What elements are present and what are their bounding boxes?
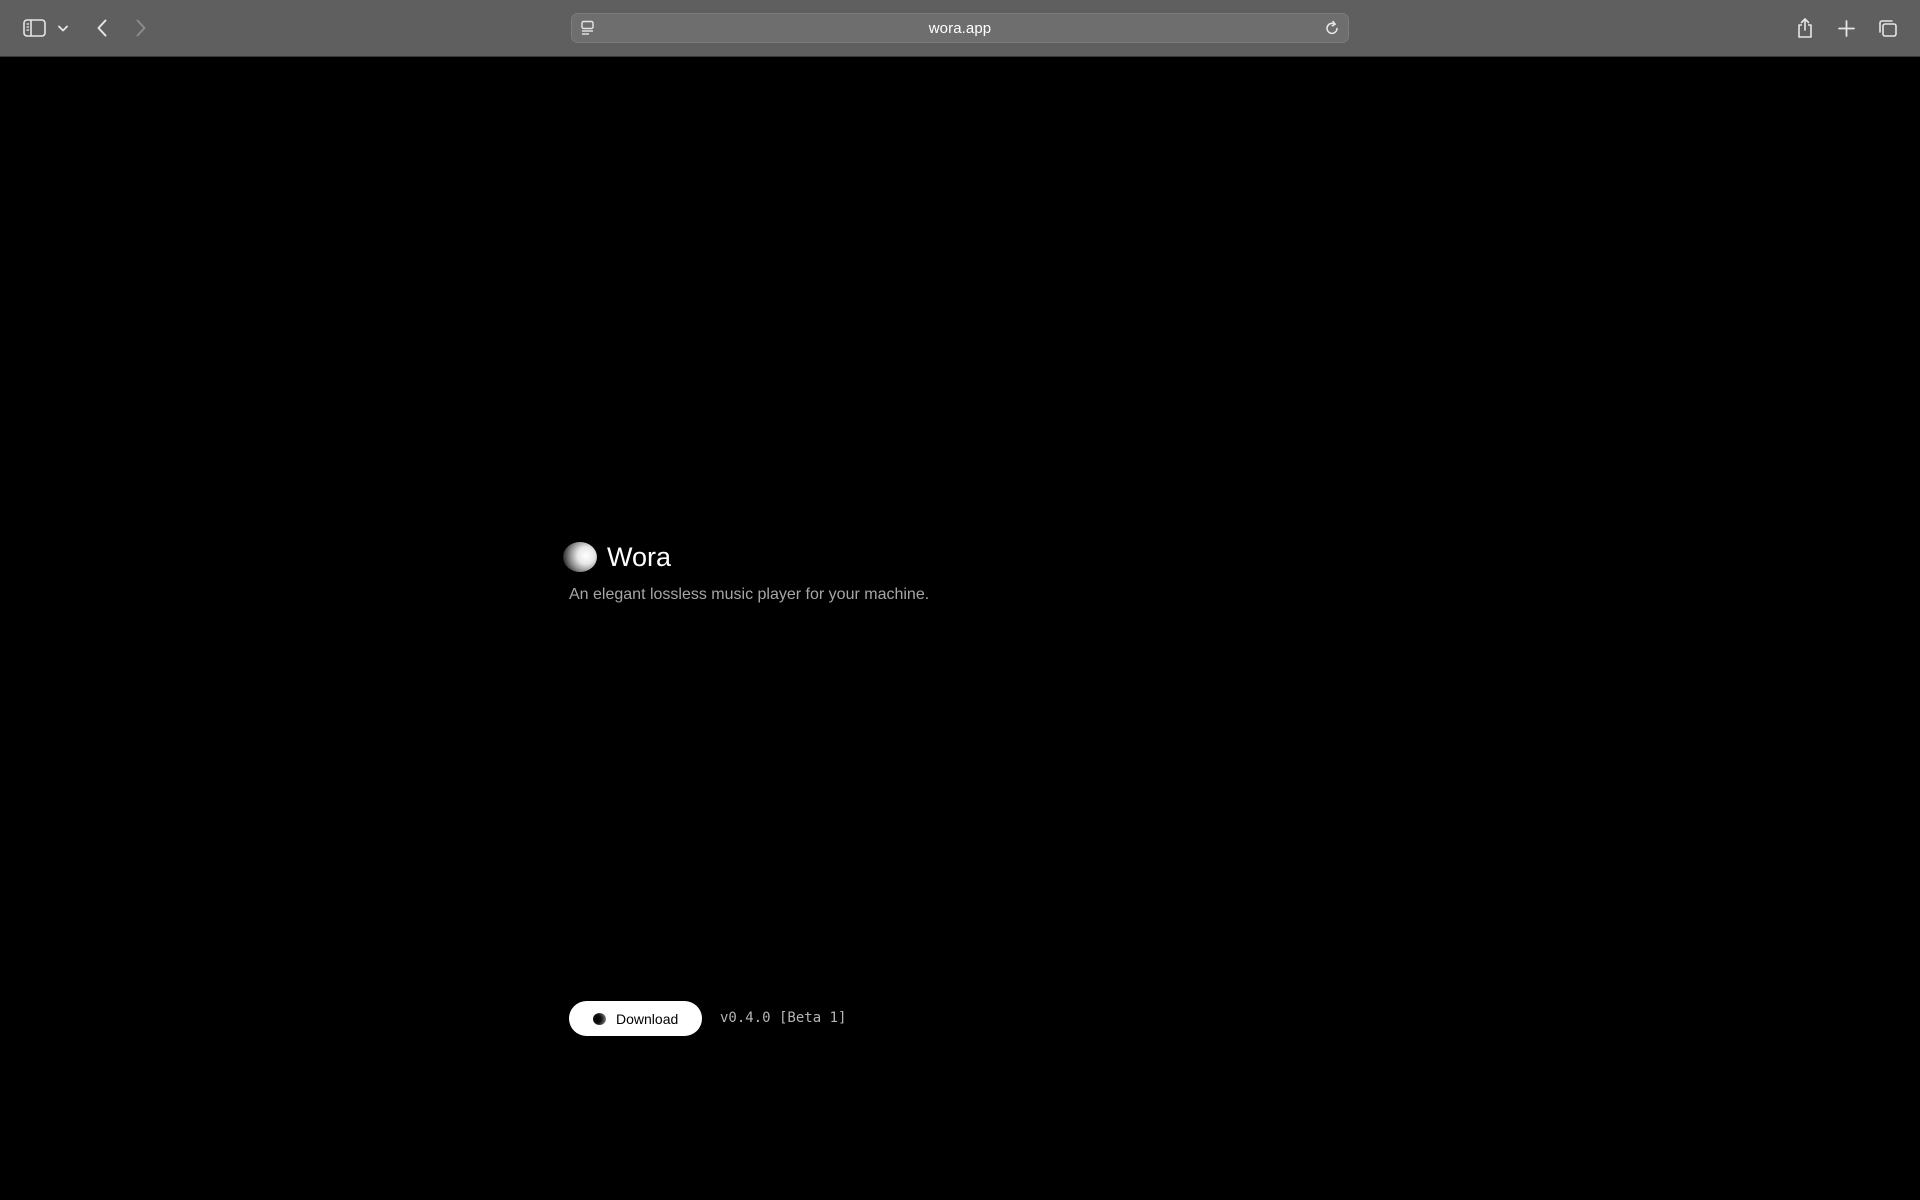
download-button[interactable]: Download xyxy=(569,1001,702,1036)
chevron-right-icon[interactable] xyxy=(133,17,149,39)
plus-icon[interactable] xyxy=(1836,17,1856,39)
tagline: An elegant lossless music player for you… xyxy=(569,586,930,603)
brand: Wora xyxy=(563,539,671,575)
download-logo-icon xyxy=(593,1012,606,1025)
url-text[interactable]: wora.app xyxy=(572,14,1348,42)
download-label: Download xyxy=(616,1010,679,1027)
reload-icon[interactable] xyxy=(1324,20,1340,41)
share-icon[interactable] xyxy=(1794,15,1816,41)
page-content xyxy=(0,57,1920,1200)
sidebar-icon[interactable] xyxy=(22,17,46,39)
chevron-left-icon[interactable] xyxy=(94,17,110,39)
version-label: v0.4.0 [Beta 1] xyxy=(720,1010,847,1026)
wora-logo xyxy=(563,542,597,572)
browser-toolbar: wora.app xyxy=(0,0,1920,57)
tabs-icon[interactable] xyxy=(1876,17,1900,39)
chevron-down-icon[interactable] xyxy=(56,21,70,35)
page-title: Wora xyxy=(607,542,672,572)
address-bar[interactable]: wora.app xyxy=(571,13,1349,43)
